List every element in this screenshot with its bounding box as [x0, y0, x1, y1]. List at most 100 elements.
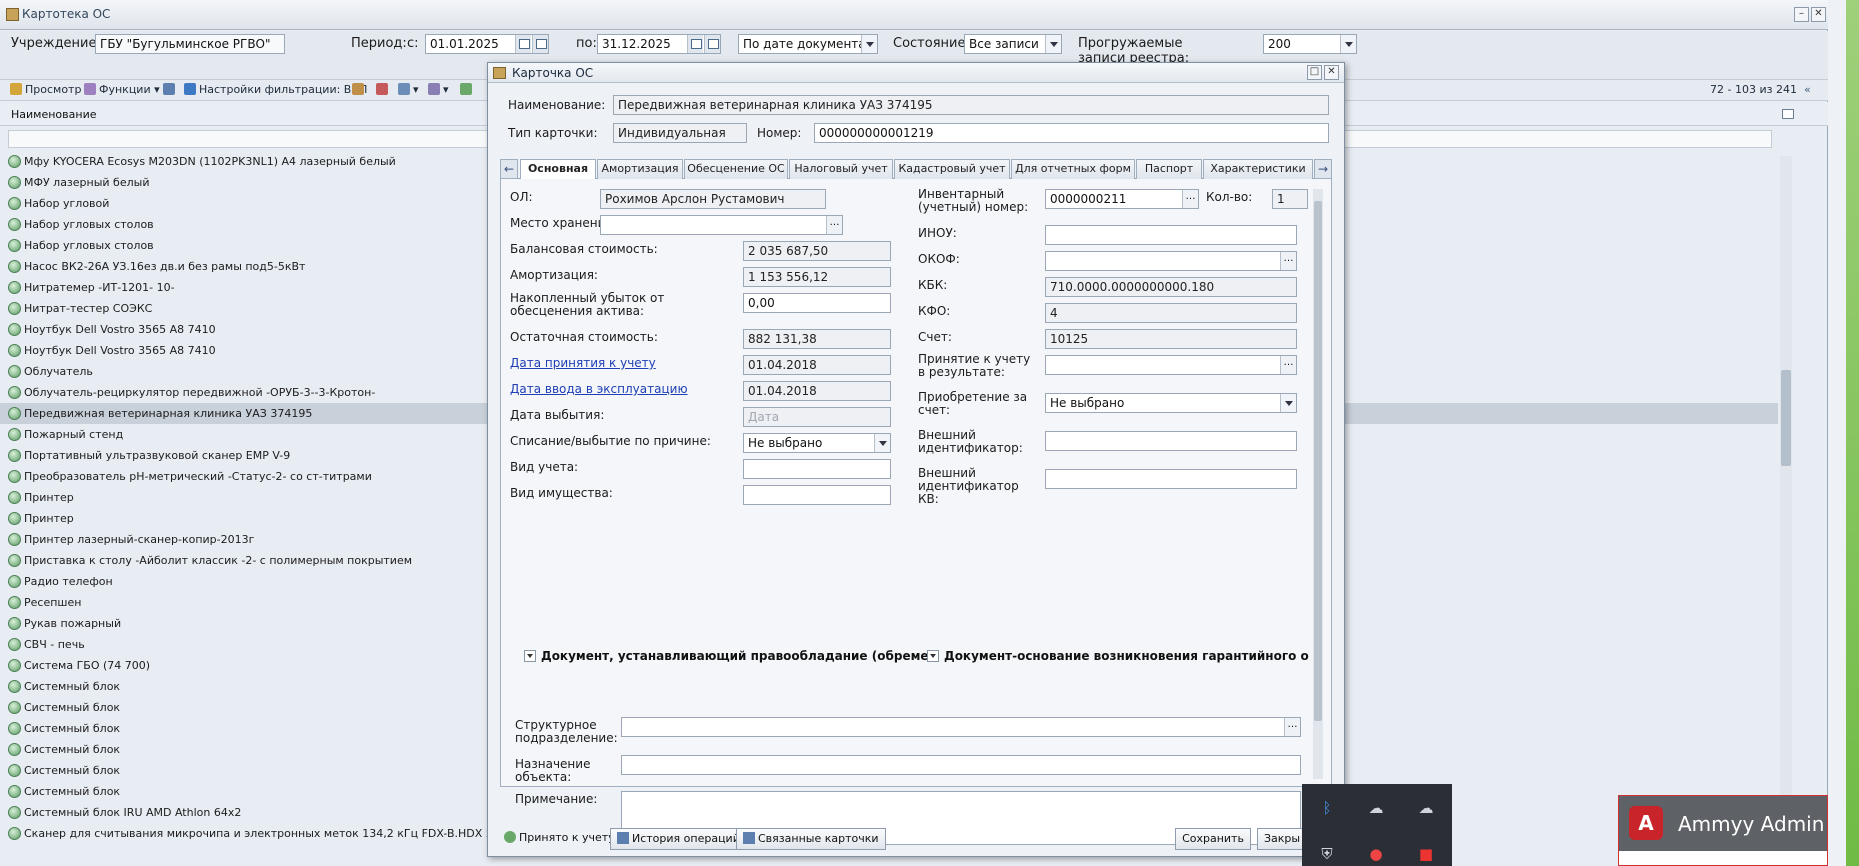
inou-field[interactable]: [1045, 225, 1297, 245]
chevron-down-icon[interactable]: [861, 35, 877, 53]
accept-date-field[interactable]: 01.04.2018: [743, 355, 891, 375]
functions-button[interactable]: Функции ▾: [84, 83, 160, 96]
cloud-offline-icon[interactable]: ☁: [1416, 798, 1436, 818]
tab-main[interactable]: Основная: [520, 159, 596, 180]
browser-icon[interactable]: ●: [1366, 844, 1386, 864]
storage-field[interactable]: …: [600, 215, 843, 235]
column-chooser-icon[interactable]: [1782, 109, 1794, 119]
balance-label: Балансовая стоимость:: [510, 242, 658, 256]
kfo-field[interactable]: 4: [1045, 303, 1297, 323]
ammyy-admin-window[interactable]: A Ammyy Admin: [1618, 795, 1828, 866]
okof-field[interactable]: …: [1045, 251, 1297, 271]
chevron-down-icon[interactable]: [1045, 35, 1061, 53]
status-icon: [8, 239, 21, 252]
calendar-clear-icon[interactable]: [532, 35, 548, 53]
date-mode-select[interactable]: По дате документа: [738, 34, 878, 54]
section-doc-rights[interactable]: Документ, устанавливающий правообладание…: [524, 649, 982, 663]
accounting-type-field[interactable]: [743, 459, 891, 479]
history-button[interactable]: История операций: [610, 828, 747, 850]
balance-field[interactable]: 2 035 687,50: [743, 241, 891, 261]
tab-impairment[interactable]: Обесценение ОС: [684, 159, 788, 179]
inventory-lookup-button[interactable]: …: [1182, 190, 1198, 208]
tool-button-2[interactable]: [376, 83, 391, 96]
dialog-close-button[interactable]: ✕: [1324, 65, 1339, 80]
calendar-clear-icon[interactable]: [704, 35, 720, 53]
external-id-field[interactable]: [1045, 431, 1297, 451]
refresh-button[interactable]: [460, 83, 475, 96]
institution-field[interactable]: ГБУ "Бугульминское РГВО": [95, 34, 285, 54]
collapse-panel-icon[interactable]: «: [1804, 83, 1811, 96]
accept-result-field[interactable]: …: [1045, 355, 1297, 375]
tabs-scroll-right-icon[interactable]: →: [1314, 159, 1332, 179]
list-item-label: Сканер для считывания микрочипа и электр…: [24, 827, 552, 840]
tab-cadastral[interactable]: Кадастровый учет: [894, 159, 1010, 179]
tab-passport[interactable]: Паспорт: [1136, 159, 1202, 179]
structural-unit-lookup-button[interactable]: …: [1284, 718, 1300, 736]
calendar-icon[interactable]: [515, 35, 531, 53]
print-button[interactable]: ▾: [398, 83, 419, 96]
close-button[interactable]: ✕: [1811, 7, 1826, 22]
impairment-loss-field[interactable]: 0,00: [743, 293, 891, 313]
name-field[interactable]: Передвижная ветеринарная клиника УАЗ 374…: [613, 95, 1329, 115]
residual-field[interactable]: 882 131,38: [743, 329, 891, 349]
panel-scrollbar[interactable]: [1313, 189, 1323, 779]
list-scrollbar[interactable]: [1780, 156, 1792, 836]
structural-unit-field[interactable]: …: [621, 717, 1301, 737]
filter-settings-button[interactable]: Настройки фильтрации: ВКЛ: [184, 83, 367, 96]
acquire-select[interactable]: Не выбрано: [1045, 393, 1297, 413]
okof-lookup-button[interactable]: …: [1280, 252, 1296, 270]
number-field[interactable]: 000000000001219: [814, 123, 1329, 143]
section-doc-warranty[interactable]: Документ-основание возникновения гаранти…: [927, 649, 1309, 663]
commission-date-field[interactable]: 01.04.2018: [743, 381, 891, 401]
accept-result-lookup-button[interactable]: …: [1280, 356, 1296, 374]
storage-lookup-button[interactable]: …: [826, 216, 842, 234]
date-from-field[interactable]: 01.01.2025: [425, 34, 549, 54]
settings-button[interactable]: ▾: [428, 83, 449, 96]
app-tray-icon[interactable]: ■: [1416, 844, 1436, 864]
tab-characteristics[interactable]: Характеристики: [1203, 159, 1313, 179]
inventory-number-field[interactable]: 0000000211 …: [1045, 189, 1199, 209]
op-field[interactable]: Рохимов Арслон Рустамович: [600, 189, 826, 209]
disposal-date-field[interactable]: Дата: [743, 407, 891, 427]
view-button[interactable]: Просмотр: [10, 83, 81, 96]
chevron-down-icon[interactable]: [1280, 394, 1296, 412]
amortization-field[interactable]: 1 153 556,12: [743, 267, 891, 287]
bluetooth-icon[interactable]: ᛒ: [1317, 798, 1337, 818]
tab-amortization[interactable]: Амортизация: [597, 159, 683, 179]
tool-button-1[interactable]: [352, 83, 367, 96]
column-header-name[interactable]: Наименование: [11, 108, 96, 121]
collapse-icon[interactable]: [524, 650, 536, 662]
chevron-down-icon[interactable]: [1340, 35, 1356, 53]
status-icon: [8, 785, 21, 798]
state-select[interactable]: Все записи: [964, 34, 1062, 54]
external-id-kv-field[interactable]: [1045, 469, 1297, 489]
account-field[interactable]: 10125: [1045, 329, 1297, 349]
tabs-scroll-left-icon[interactable]: ←: [500, 159, 518, 179]
loaded-records-select[interactable]: 200: [1263, 34, 1357, 54]
collapse-icon[interactable]: [927, 650, 939, 662]
accept-date-link[interactable]: Дата принятия к учету: [510, 357, 656, 370]
calendar-icon[interactable]: [687, 35, 703, 53]
cloud-offline-icon[interactable]: ☁: [1366, 798, 1386, 818]
panel-scrollbar-thumb[interactable]: [1314, 201, 1322, 721]
card-type-field[interactable]: Индивидуальная: [613, 123, 747, 143]
list-scrollbar-thumb[interactable]: [1781, 370, 1791, 466]
tab-tax[interactable]: Налоговый учет: [789, 159, 893, 179]
chevron-down-icon[interactable]: [874, 434, 890, 452]
kbk-field[interactable]: 710.0000.0000000000.180: [1045, 277, 1297, 297]
object-purpose-field[interactable]: [621, 755, 1301, 775]
tab-reporting[interactable]: Для отчетных форм: [1011, 159, 1135, 179]
linked-cards-button[interactable]: Связанные карточки: [736, 828, 886, 850]
accepted-button[interactable]: Принято к учету: [498, 828, 621, 850]
writeoff-select[interactable]: Не выбрано: [743, 433, 891, 453]
property-type-field[interactable]: [743, 485, 891, 505]
date-to-field[interactable]: 31.12.2025: [597, 34, 721, 54]
maximize-button[interactable]: □: [1307, 65, 1322, 80]
qty-field[interactable]: 1: [1272, 189, 1308, 209]
list-icon-button[interactable]: [163, 83, 178, 96]
list-item-label: Ноутбук Dell Vostro 3565 A8 7410: [24, 323, 216, 336]
commission-date-link[interactable]: Дата ввода в эксплуатацию: [510, 383, 688, 396]
save-button[interactable]: Сохранить: [1175, 828, 1251, 850]
minimize-button[interactable]: –: [1794, 7, 1809, 22]
shield-icon[interactable]: ⛨: [1317, 844, 1337, 864]
